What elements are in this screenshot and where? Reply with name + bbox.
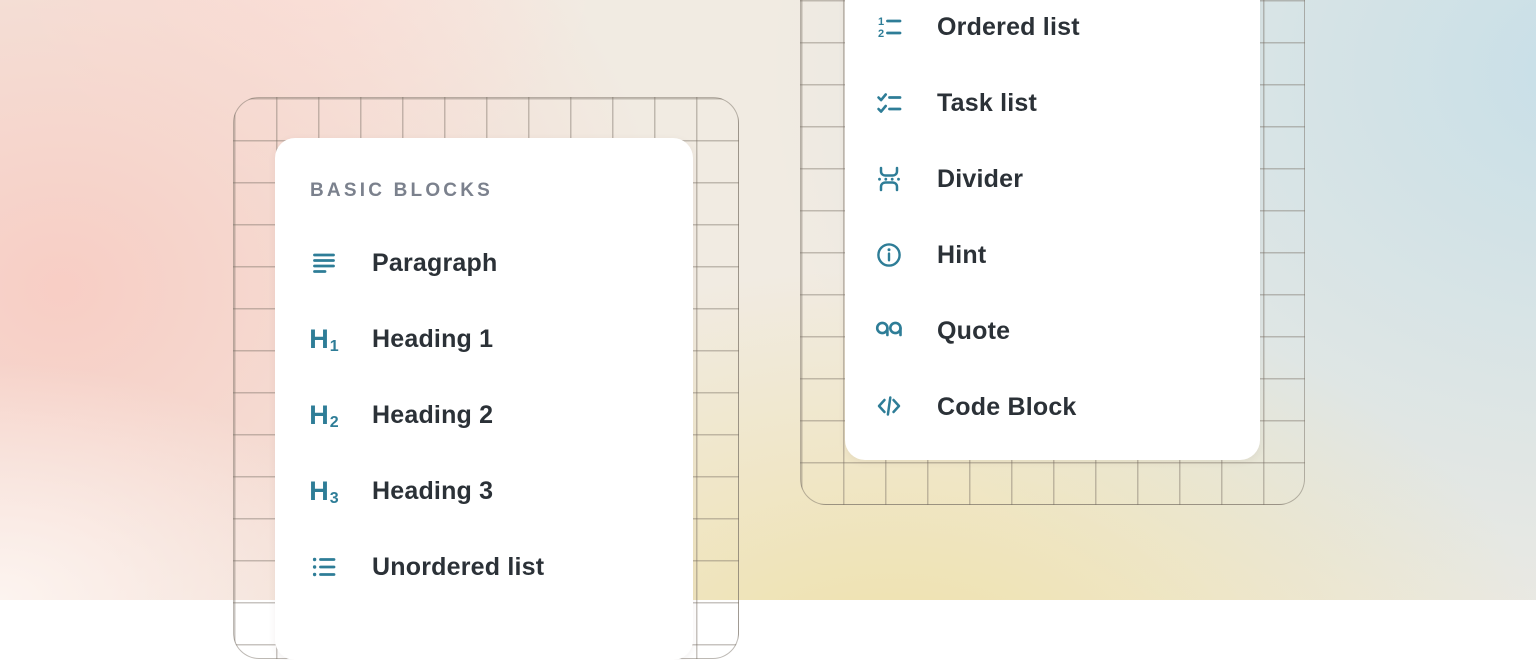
task-list-icon [875, 89, 903, 117]
menu-item-divider[interactable]: Divider [875, 141, 1260, 217]
heading-3-icon: H3 [310, 477, 338, 505]
menu-item-heading-3[interactable]: H3 Heading 3 [310, 453, 693, 529]
hint-icon [875, 241, 903, 269]
menu-item-heading-2[interactable]: H2 Heading 2 [310, 377, 693, 453]
divider-icon [875, 165, 903, 193]
menu-item-label: Heading 2 [372, 401, 493, 430]
menu-item-list: 1 2 Ordered list Task list [875, 0, 1260, 445]
section-label: BASIC BLOCKS [310, 180, 693, 202]
menu-item-paragraph[interactable]: Paragraph [310, 225, 693, 301]
menu-item-task-list[interactable]: Task list [875, 65, 1260, 141]
menu-item-label: Paragraph [372, 249, 497, 278]
heading-2-icon: H2 [310, 401, 338, 429]
menu-item-label: Ordered list [937, 13, 1080, 42]
menu-item-label: Task list [937, 89, 1037, 118]
menu-item-label: Quote [937, 317, 1010, 346]
svg-text:2: 2 [878, 28, 884, 40]
menu-item-label: Hint [937, 241, 986, 270]
menu-item-quote[interactable]: Quote [875, 293, 1260, 369]
menu-item-label: Heading 3 [372, 477, 493, 506]
basic-blocks-menu: BASIC BLOCKS Paragraph H1 Heading 1 H2 [275, 138, 693, 660]
svg-text:1: 1 [878, 16, 884, 28]
menu-item-label: Unordered list [372, 553, 544, 582]
gradient-background: BASIC BLOCKS Paragraph H1 Heading 1 H2 [0, 0, 1536, 600]
unordered-list-icon [310, 553, 338, 581]
heading-1-icon: H1 [310, 325, 338, 353]
menu-item-hint[interactable]: Hint [875, 217, 1260, 293]
menu-item-unordered-list[interactable]: Unordered list [310, 529, 693, 605]
ordered-list-icon: 1 2 [875, 13, 903, 41]
menu-item-heading-1[interactable]: H1 Heading 1 [310, 301, 693, 377]
code-block-icon [875, 393, 903, 421]
menu-item-label: Code Block [937, 393, 1077, 422]
menu-item-ordered-list[interactable]: 1 2 Ordered list [875, 0, 1260, 65]
quote-icon [875, 317, 903, 345]
blocks-menu-continued: 1 2 Ordered list Task list [845, 0, 1260, 460]
menu-item-code-block[interactable]: Code Block [875, 369, 1260, 445]
menu-item-list: Paragraph H1 Heading 1 H2 Heading 2 H3 H… [310, 225, 693, 605]
paragraph-icon [310, 249, 338, 277]
menu-item-label: Divider [937, 165, 1023, 194]
menu-item-label: Heading 1 [372, 325, 493, 354]
